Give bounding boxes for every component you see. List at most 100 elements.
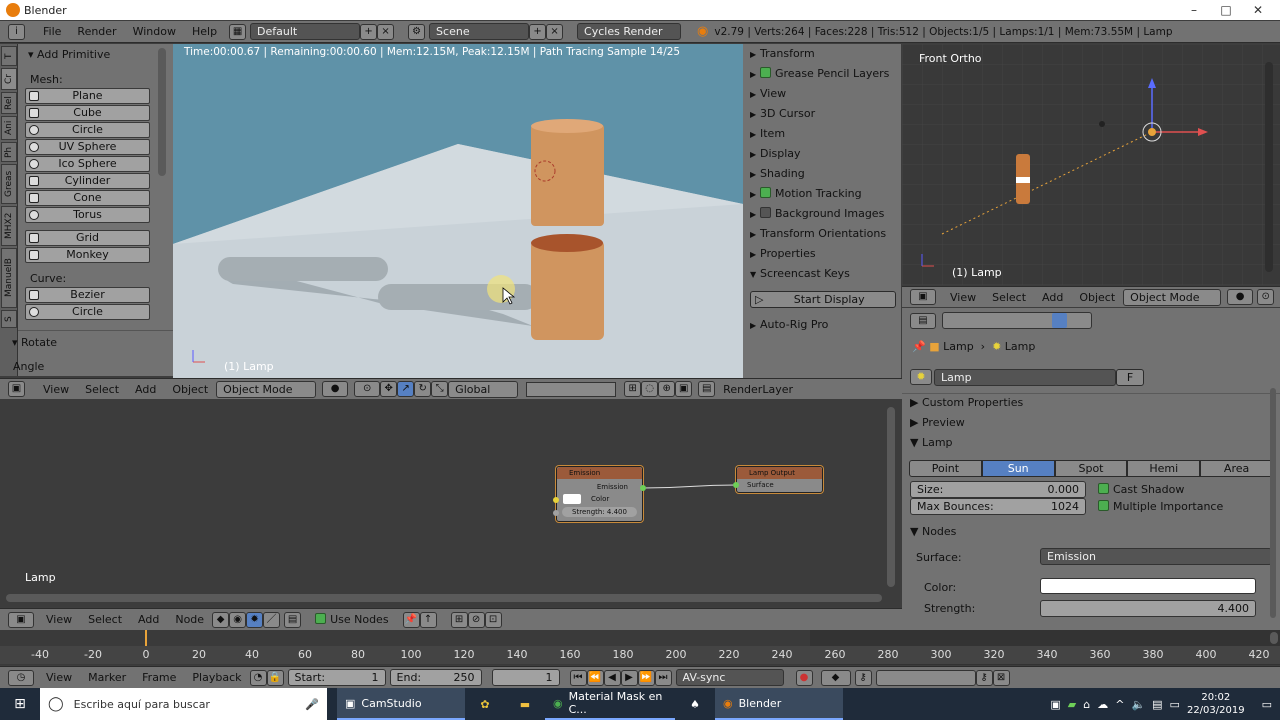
add-layout-icon[interactable]: + bbox=[360, 23, 378, 40]
task-blender[interactable]: ◉ Blender bbox=[715, 688, 843, 720]
panel-item[interactable]: ▶ Item bbox=[750, 127, 785, 140]
node-menu-add[interactable]: Add bbox=[130, 613, 167, 626]
preview-header[interactable]: ▶ Preview bbox=[910, 416, 965, 429]
panel-properties[interactable]: ▶ Properties bbox=[750, 247, 816, 260]
node-editor[interactable]: Emission Emission Color Strength: 4.400 … bbox=[0, 399, 900, 607]
add-circle-button[interactable]: Circle bbox=[25, 122, 150, 138]
ortho-menu-select[interactable]: Select bbox=[984, 291, 1034, 304]
jump-start-icon[interactable]: ⏮ bbox=[569, 669, 587, 686]
panel-shading[interactable]: ▶ Shading bbox=[750, 167, 805, 180]
task-sunflower[interactable]: ✿ bbox=[465, 688, 505, 720]
cast-shadow-checkbox[interactable] bbox=[1098, 483, 1109, 494]
render-engine-selector[interactable]: Cycles Render bbox=[577, 23, 682, 40]
add-cube-button[interactable]: Cube bbox=[25, 105, 150, 121]
current-frame-field[interactable]: 1 bbox=[491, 669, 560, 686]
delete-keyframe-icon[interactable]: ⊠ bbox=[992, 669, 1010, 686]
mis-checkbox[interactable] bbox=[1098, 500, 1109, 511]
viewport-menu-add[interactable]: Add bbox=[127, 383, 164, 396]
tray-nvidia-icon[interactable]: ▰ bbox=[1068, 698, 1076, 711]
info-editor-icon[interactable]: i bbox=[8, 23, 25, 40]
panel-transform[interactable]: ▶ Transform bbox=[750, 47, 815, 60]
task-explorer[interactable]: ▬ bbox=[505, 688, 545, 720]
tray-network-icon[interactable]: ⌂ bbox=[1083, 698, 1090, 711]
motion-tracking-checkbox[interactable] bbox=[760, 187, 771, 198]
shader-type-lamp-icon[interactable]: ✹ bbox=[246, 611, 264, 628]
tab-physics[interactable]: Ph bbox=[1, 142, 17, 162]
minimize-button[interactable]: – bbox=[1178, 0, 1210, 20]
lamp-type-spot[interactable]: Spot bbox=[1054, 460, 1128, 477]
task-solitaire[interactable]: ♠ bbox=[675, 688, 715, 720]
add-bezier-button[interactable]: Bezier bbox=[25, 287, 150, 303]
cast-shadow-toggle[interactable]: Cast Shadow bbox=[1098, 483, 1184, 496]
tab-relations[interactable]: Rel bbox=[1, 92, 17, 114]
add-curve-circle-button[interactable]: Circle bbox=[25, 304, 150, 320]
panel-view[interactable]: ▶ View bbox=[750, 87, 786, 100]
timeline-menu-playback[interactable]: Playback bbox=[184, 671, 249, 684]
timeline-scrollbar[interactable] bbox=[1270, 632, 1278, 644]
scene-icon[interactable]: ⚙ bbox=[408, 23, 426, 40]
layers-grid[interactable] bbox=[526, 381, 617, 397]
keying-set-field[interactable] bbox=[875, 669, 976, 686]
prev-keyframe-icon[interactable]: ⏪ bbox=[586, 669, 604, 686]
viewport-menu-object[interactable]: Object bbox=[164, 383, 216, 396]
scale-icon[interactable]: ⤡ bbox=[431, 381, 449, 397]
shader-type-object-icon[interactable]: ◆ bbox=[212, 611, 230, 628]
tab-s[interactable]: S bbox=[1, 310, 17, 328]
custom-properties-header[interactable]: ▶ Custom Properties bbox=[910, 396, 1023, 409]
manipulator-icon[interactable]: ✥ bbox=[380, 381, 398, 397]
lamp-header[interactable]: ▼ Lamp bbox=[910, 436, 953, 449]
next-keyframe-icon[interactable]: ⏩ bbox=[637, 669, 655, 686]
task-chrome[interactable]: ◉ Material Mask en C... bbox=[545, 688, 675, 720]
node-vscrollbar[interactable] bbox=[887, 407, 895, 587]
shader-type-line-icon[interactable]: ／ bbox=[263, 611, 281, 628]
start-frame-field[interactable]: Start: 1 bbox=[287, 669, 386, 686]
link-icon[interactable]: ⊘ bbox=[467, 611, 485, 628]
menu-file[interactable]: File bbox=[35, 25, 69, 38]
layout-selector[interactable]: Default bbox=[250, 23, 361, 40]
use-nodes-toggle[interactable]: Use Nodes bbox=[315, 613, 389, 626]
record-icon[interactable]: ● bbox=[795, 669, 813, 686]
size-field[interactable]: Size: 0.000 bbox=[910, 481, 1086, 498]
lamp-type-hemi[interactable]: Hemi bbox=[1127, 460, 1201, 477]
tab-animation[interactable]: Ani bbox=[1, 116, 17, 140]
timeline-menu-marker[interactable]: Marker bbox=[80, 671, 134, 684]
add-scene-icon[interactable]: + bbox=[529, 23, 547, 40]
add-grid-button[interactable]: Grid bbox=[25, 230, 150, 246]
snap-node-icon[interactable]: ⊞ bbox=[450, 611, 468, 628]
remove-layout-icon[interactable]: × bbox=[377, 23, 395, 40]
lamp-type-area[interactable]: Area bbox=[1200, 460, 1273, 477]
node-menu-view[interactable]: View bbox=[38, 613, 80, 626]
panel-motion-tracking[interactable]: ▶ Motion Tracking bbox=[750, 187, 862, 200]
editor-type-icon[interactable]: ▣ bbox=[8, 381, 25, 397]
node-editor-type-icon[interactable]: ▣ bbox=[8, 611, 34, 628]
proportional-icon[interactable]: ◌ bbox=[641, 381, 659, 397]
menu-help[interactable]: Help bbox=[184, 25, 225, 38]
add-monkey-button[interactable]: Monkey bbox=[25, 247, 150, 263]
ortho-shading-icon[interactable]: ● bbox=[1227, 289, 1254, 305]
lamp-datablock-icon[interactable]: ✹ bbox=[910, 369, 932, 385]
panel-auto-rig[interactable]: ▶ Auto-Rig Pro bbox=[750, 318, 828, 331]
add-ico-sphere-button[interactable]: Ico Sphere bbox=[25, 156, 150, 172]
panel-background-images[interactable]: ▶ Background Images bbox=[750, 207, 884, 220]
tab-create[interactable]: Cr bbox=[1, 68, 17, 90]
ortho-mode-selector[interactable]: Object Mode bbox=[1123, 288, 1222, 306]
node-tools-icon[interactable]: ⊡ bbox=[484, 611, 502, 628]
panel-3d-cursor[interactable]: ▶ 3D Cursor bbox=[750, 107, 815, 120]
tab-mhx2[interactable]: MHX2 bbox=[1, 206, 17, 246]
add-uv-sphere-button[interactable]: UV Sphere bbox=[25, 139, 150, 155]
props-editor-type-icon[interactable]: ▤ bbox=[910, 313, 936, 329]
keying-icon[interactable]: ◆ bbox=[820, 669, 851, 686]
remove-scene-icon[interactable]: × bbox=[546, 23, 564, 40]
surface-selector[interactable]: Emission bbox=[1040, 548, 1272, 565]
close-button[interactable]: ✕ bbox=[1242, 0, 1274, 20]
translate-icon[interactable]: ↗ bbox=[397, 381, 415, 397]
ortho-menu-view[interactable]: View bbox=[942, 291, 984, 304]
jump-end-icon[interactable]: ⏭ bbox=[654, 669, 672, 686]
lamp-datablock-name[interactable]: Lamp bbox=[934, 369, 1116, 386]
multiple-importance-toggle[interactable]: Multiple Importance bbox=[1098, 500, 1223, 513]
insert-keyframe-icon[interactable]: ⚷ bbox=[975, 669, 993, 686]
ortho-pivot-icon[interactable]: ⊙ bbox=[1257, 289, 1275, 305]
menu-render[interactable]: Render bbox=[69, 25, 124, 38]
ortho-editor-type-icon[interactable]: ▣ bbox=[910, 289, 936, 305]
sync-mode-selector[interactable]: AV-sync bbox=[675, 669, 784, 686]
